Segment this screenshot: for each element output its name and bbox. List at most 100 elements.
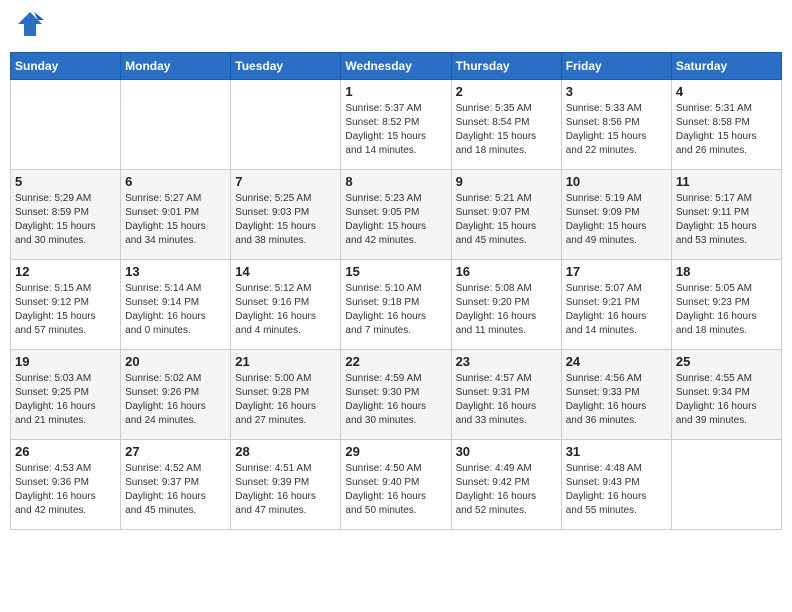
day-number: 9 <box>456 174 557 189</box>
day-number: 28 <box>235 444 336 459</box>
day-number: 12 <box>15 264 116 279</box>
calendar-cell: 11Sunrise: 5:17 AM Sunset: 9:11 PM Dayli… <box>671 170 781 260</box>
day-number: 20 <box>125 354 226 369</box>
calendar-cell: 2 Sunrise: 5:35 AM Sunset: 8:54 PM Daylig… <box>451 80 561 170</box>
day-info: Sunrise: 4:57 AM Sunset: 9:31 PM Dayligh… <box>456 372 557 428</box>
calendar-cell: 31Sunrise: 4:48 AM Sunset: 9:43 PM Dayli… <box>561 440 671 530</box>
weekday-header-saturday: Saturday <box>671 53 781 80</box>
calendar-cell: 13 Sunrise: 5:14 AM Sunset: 9:14 PM Dayli… <box>121 260 231 350</box>
calendar-cell <box>671 440 781 530</box>
day-number: 11 <box>676 174 777 189</box>
calendar-week-3: 12 Sunrise: 5:15 AM Sunset: 9:12 PM Dayli… <box>11 260 782 350</box>
day-info: Sunrise: 4:55 AM Sunset: 9:34 PM Dayligh… <box>676 372 777 428</box>
weekday-header-sunday: Sunday <box>11 53 121 80</box>
day-number: 17 <box>566 264 667 279</box>
day-number: 25 <box>676 354 777 369</box>
day-info: Sunrise: 5:02 AM Sunset: 9:26 PM Dayligh… <box>125 372 226 428</box>
logo <box>14 10 44 44</box>
day-info: Sunrise: 4:53 AM Sunset: 9:36 PM Dayligh… <box>15 462 116 518</box>
day-info: Sunrise: 5:19 AM Sunset: 9:09 PM Dayligh… <box>566 192 667 248</box>
day-info: Sunrise: 4:51 AM Sunset: 9:39 PM Dayligh… <box>235 462 336 518</box>
day-number: 8 <box>345 174 446 189</box>
page-header <box>10 10 782 44</box>
calendar-cell: 8 Sunrise: 5:23 AM Sunset: 9:05 PM Daylig… <box>341 170 451 260</box>
day-number: 10 <box>566 174 667 189</box>
day-number: 2 <box>456 84 557 99</box>
calendar-cell: 14 Sunrise: 5:12 AM Sunset: 9:16 PM Dayli… <box>231 260 341 350</box>
calendar-cell: 9 Sunrise: 5:21 AM Sunset: 9:07 PM Daylig… <box>451 170 561 260</box>
day-info: Sunrise: 5:10 AM Sunset: 9:18 PM Dayligh… <box>345 282 446 338</box>
calendar-cell <box>121 80 231 170</box>
weekday-row: SundayMondayTuesdayWednesdayThursdayFrid… <box>11 53 782 80</box>
day-number: 14 <box>235 264 336 279</box>
day-info: Sunrise: 5:12 AM Sunset: 9:16 PM Dayligh… <box>235 282 336 338</box>
calendar-cell: 24 Sunrise: 4:56 AM Sunset: 9:33 PM Dayli… <box>561 350 671 440</box>
calendar-week-4: 19 Sunrise: 5:03 AM Sunset: 9:25 PM Dayli… <box>11 350 782 440</box>
day-number: 29 <box>345 444 446 459</box>
day-number: 21 <box>235 354 336 369</box>
day-info: Sunrise: 4:50 AM Sunset: 9:40 PM Dayligh… <box>345 462 446 518</box>
calendar-cell: 7 Sunrise: 5:25 AM Sunset: 9:03 PM Daylig… <box>231 170 341 260</box>
day-info: Sunrise: 5:35 AM Sunset: 8:54 PM Dayligh… <box>456 102 557 158</box>
day-info: Sunrise: 5:21 AM Sunset: 9:07 PM Dayligh… <box>456 192 557 248</box>
day-number: 18 <box>676 264 777 279</box>
day-info: Sunrise: 4:48 AM Sunset: 9:43 PM Dayligh… <box>566 462 667 518</box>
day-number: 30 <box>456 444 557 459</box>
calendar-cell: 27Sunrise: 4:52 AM Sunset: 9:37 PM Dayli… <box>121 440 231 530</box>
day-info: Sunrise: 5:23 AM Sunset: 9:05 PM Dayligh… <box>345 192 446 248</box>
calendar-cell: 6Sunrise: 5:27 AM Sunset: 9:01 PM Daylig… <box>121 170 231 260</box>
calendar-cell: 29 Sunrise: 4:50 AM Sunset: 9:40 PM Dayli… <box>341 440 451 530</box>
day-info: Sunrise: 4:56 AM Sunset: 9:33 PM Dayligh… <box>566 372 667 428</box>
calendar-table: SundayMondayTuesdayWednesdayThursdayFrid… <box>10 52 782 530</box>
weekday-header-tuesday: Tuesday <box>231 53 341 80</box>
calendar-body: 1 Sunrise: 5:37 AM Sunset: 8:52 PM Daylig… <box>11 80 782 530</box>
logo-text <box>14 10 44 44</box>
calendar-week-1: 1 Sunrise: 5:37 AM Sunset: 8:52 PM Daylig… <box>11 80 782 170</box>
calendar-cell: 19 Sunrise: 5:03 AM Sunset: 9:25 PM Dayli… <box>11 350 121 440</box>
day-info: Sunrise: 5:14 AM Sunset: 9:14 PM Dayligh… <box>125 282 226 338</box>
day-number: 26 <box>15 444 116 459</box>
day-info: Sunrise: 5:25 AM Sunset: 9:03 PM Dayligh… <box>235 192 336 248</box>
calendar-cell <box>11 80 121 170</box>
calendar-cell: 10 Sunrise: 5:19 AM Sunset: 9:09 PM Dayli… <box>561 170 671 260</box>
day-info: Sunrise: 5:05 AM Sunset: 9:23 PM Dayligh… <box>676 282 777 338</box>
day-info: Sunrise: 5:29 AM Sunset: 8:59 PM Dayligh… <box>15 192 116 248</box>
calendar-cell: 12 Sunrise: 5:15 AM Sunset: 9:12 PM Dayli… <box>11 260 121 350</box>
calendar-week-5: 26 Sunrise: 4:53 AM Sunset: 9:36 PM Dayli… <box>11 440 782 530</box>
logo-icon <box>16 10 44 38</box>
calendar-cell: 1 Sunrise: 5:37 AM Sunset: 8:52 PM Daylig… <box>341 80 451 170</box>
day-info: Sunrise: 5:33 AM Sunset: 8:56 PM Dayligh… <box>566 102 667 158</box>
calendar-cell: 17 Sunrise: 5:07 AM Sunset: 9:21 PM Dayli… <box>561 260 671 350</box>
calendar-cell: 23Sunrise: 4:57 AM Sunset: 9:31 PM Dayli… <box>451 350 561 440</box>
day-number: 15 <box>345 264 446 279</box>
day-info: Sunrise: 5:08 AM Sunset: 9:20 PM Dayligh… <box>456 282 557 338</box>
day-number: 1 <box>345 84 446 99</box>
day-info: Sunrise: 4:59 AM Sunset: 9:30 PM Dayligh… <box>345 372 446 428</box>
day-info: Sunrise: 5:31 AM Sunset: 8:58 PM Dayligh… <box>676 102 777 158</box>
day-info: Sunrise: 5:27 AM Sunset: 9:01 PM Dayligh… <box>125 192 226 248</box>
day-number: 22 <box>345 354 446 369</box>
day-info: Sunrise: 5:37 AM Sunset: 8:52 PM Dayligh… <box>345 102 446 158</box>
day-number: 13 <box>125 264 226 279</box>
day-number: 5 <box>15 174 116 189</box>
weekday-header-monday: Monday <box>121 53 231 80</box>
day-number: 7 <box>235 174 336 189</box>
weekday-header-thursday: Thursday <box>451 53 561 80</box>
calendar-header: SundayMondayTuesdayWednesdayThursdayFrid… <box>11 53 782 80</box>
calendar-cell: 15 Sunrise: 5:10 AM Sunset: 9:18 PM Dayli… <box>341 260 451 350</box>
day-number: 27 <box>125 444 226 459</box>
calendar-cell: 4 Sunrise: 5:31 AM Sunset: 8:58 PM Daylig… <box>671 80 781 170</box>
day-number: 19 <box>15 354 116 369</box>
day-info: Sunrise: 5:07 AM Sunset: 9:21 PM Dayligh… <box>566 282 667 338</box>
day-number: 24 <box>566 354 667 369</box>
day-info: Sunrise: 5:15 AM Sunset: 9:12 PM Dayligh… <box>15 282 116 338</box>
calendar-cell: 26 Sunrise: 4:53 AM Sunset: 9:36 PM Dayli… <box>11 440 121 530</box>
calendar-cell: 3 Sunrise: 5:33 AM Sunset: 8:56 PM Daylig… <box>561 80 671 170</box>
day-info: Sunrise: 5:03 AM Sunset: 9:25 PM Dayligh… <box>15 372 116 428</box>
day-number: 3 <box>566 84 667 99</box>
day-number: 4 <box>676 84 777 99</box>
day-info: Sunrise: 4:49 AM Sunset: 9:42 PM Dayligh… <box>456 462 557 518</box>
weekday-header-friday: Friday <box>561 53 671 80</box>
calendar-cell: 18 Sunrise: 5:05 AM Sunset: 9:23 PM Dayli… <box>671 260 781 350</box>
day-info: Sunrise: 5:00 AM Sunset: 9:28 PM Dayligh… <box>235 372 336 428</box>
